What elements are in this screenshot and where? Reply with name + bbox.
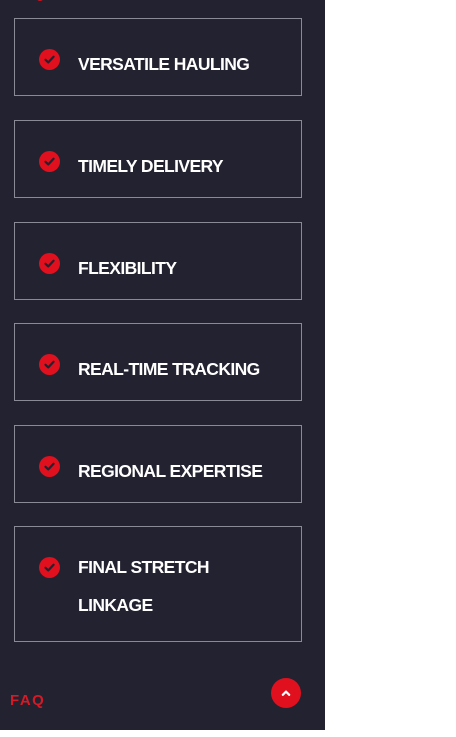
check-circle-icon (39, 253, 60, 274)
feature-card-flexibility[interactable]: FLEXIBILITY (14, 222, 302, 300)
feature-card-real-time-tracking[interactable]: REAL-TIME TRACKING (14, 323, 302, 401)
feature-label: REAL-TIME TRACKING (78, 359, 260, 379)
check-circle-icon (39, 354, 60, 375)
features-panel: VERSATILE HAULING TIMELY DELIVERY FLEXIB… (0, 0, 325, 730)
feature-card-timely-delivery[interactable]: TIMELY DELIVERY (14, 120, 302, 198)
feature-label: VERSATILE HAULING (78, 54, 250, 74)
faq-link[interactable]: FAQ (10, 692, 45, 709)
feature-label: FINAL STRETCH LINKAGE (78, 557, 210, 615)
top-accent-mark (36, 0, 44, 1)
check-circle-icon (39, 557, 60, 578)
feature-label: REGIONAL EXPERTISE (78, 461, 263, 481)
feature-card-versatile-hauling[interactable]: VERSATILE HAULING (14, 18, 302, 96)
check-circle-icon (39, 456, 60, 477)
feature-label: FLEXIBILITY (78, 258, 177, 278)
feature-label: TIMELY DELIVERY (78, 156, 224, 176)
feature-card-regional-expertise[interactable]: REGIONAL EXPERTISE (14, 425, 302, 503)
feature-card-final-stretch-linkage[interactable]: FINAL STRETCH LINKAGE (14, 526, 302, 642)
check-circle-icon (39, 49, 60, 70)
check-circle-icon (39, 151, 60, 172)
chevron-up-icon (281, 684, 291, 702)
back-to-top-button[interactable] (271, 678, 301, 708)
